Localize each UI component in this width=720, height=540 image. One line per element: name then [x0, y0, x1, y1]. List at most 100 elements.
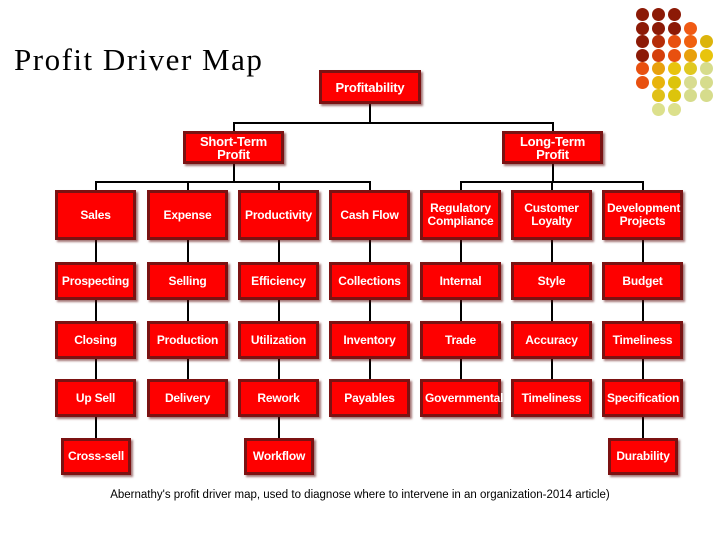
connector-col3-r5-r6: [278, 417, 280, 438]
node-label: Prospecting: [61, 273, 130, 288]
connector-to-short-term: [233, 122, 235, 131]
node-label: Inventory: [343, 332, 396, 347]
connector-drop-expense: [187, 181, 189, 190]
node-utilization[interactable]: Utilization: [238, 321, 319, 359]
node-label: Trade: [444, 332, 477, 347]
connector-col2-r2-r3: [187, 240, 189, 262]
node-collections[interactable]: Collections: [329, 262, 410, 300]
node-customer-loyalty[interactable]: Customer Loyalty: [511, 190, 592, 240]
node-timeliness-accuracy[interactable]: Timeliness: [511, 379, 592, 417]
connector-col7-r4-r5: [642, 359, 644, 379]
node-workflow[interactable]: Workflow: [244, 438, 314, 475]
connector-col6-r2-r3: [551, 240, 553, 262]
node-label-line2: Loyalty: [531, 214, 572, 228]
node-label-line2: Compliance: [427, 214, 494, 228]
connector-col4-r4-r5: [369, 359, 371, 379]
connector-drop-customer: [551, 181, 553, 190]
node-label: Expense: [163, 207, 212, 222]
slide-canvas: Profit Driver Map Profitability Short-Te…: [0, 0, 720, 540]
node-label: Efficiency: [251, 273, 306, 288]
node-rework[interactable]: Rework: [238, 379, 319, 417]
node-label: Selling: [168, 273, 207, 288]
node-label: Short-Term Profit: [199, 133, 268, 162]
node-profitability[interactable]: Profitability: [319, 70, 421, 104]
connector-drop-sales: [95, 181, 97, 190]
node-label: Durability: [616, 449, 670, 463]
connector-col1-r2-r3: [95, 240, 97, 262]
connector-col4-r2-r3: [369, 240, 371, 262]
node-long-term-profit[interactable]: Long-Term Profit: [502, 131, 603, 164]
node-budget[interactable]: Budget: [602, 262, 683, 300]
connector-drop-regulatory: [460, 181, 462, 190]
node-label: Delivery: [164, 390, 211, 405]
connector-col2-r3-r4: [187, 300, 189, 321]
node-inventory[interactable]: Inventory: [329, 321, 410, 359]
node-cash-flow[interactable]: Cash Flow: [329, 190, 410, 240]
node-productivity[interactable]: Productivity: [238, 190, 319, 240]
connector-drop-cashflow: [369, 181, 371, 190]
node-label: Timeliness: [521, 390, 582, 405]
connector-col1-r4-r5: [95, 359, 97, 379]
node-delivery[interactable]: Delivery: [147, 379, 228, 417]
node-label: Productivity: [245, 207, 312, 222]
node-label: Utilization: [250, 332, 307, 347]
connector-long-term-down: [552, 164, 554, 181]
connector-col5-r3-r4: [460, 300, 462, 321]
node-label: Timeliness: [612, 332, 673, 347]
node-label: Profitability: [335, 79, 405, 95]
connector-short-term-down: [233, 164, 235, 181]
node-label: Workflow: [252, 449, 306, 463]
connector-col7-r5-r6: [642, 417, 644, 438]
node-cross-sell[interactable]: Cross-sell: [61, 438, 131, 475]
node-development-projects[interactable]: Development Projects: [602, 190, 683, 240]
node-production[interactable]: Production: [147, 321, 228, 359]
connector-col6-r3-r4: [551, 300, 553, 321]
connector-col2-r4-r5: [187, 359, 189, 379]
node-label: Rework: [257, 390, 300, 405]
node-label: Budget: [622, 273, 663, 288]
node-payables[interactable]: Payables: [329, 379, 410, 417]
node-label: Internal: [439, 273, 482, 288]
node-internal[interactable]: Internal: [420, 262, 501, 300]
connector-col1-r3-r4: [95, 300, 97, 321]
node-label: Cash Flow: [340, 207, 399, 222]
node-label: Accuracy: [525, 332, 578, 347]
node-regulatory-compliance[interactable]: Regulatory Compliance: [420, 190, 501, 240]
node-trade[interactable]: Trade: [420, 321, 501, 359]
node-closing[interactable]: Closing: [55, 321, 136, 359]
connector-col1-r5-r6: [95, 417, 97, 438]
figure-caption: Abernathy's profit driver map, used to d…: [110, 489, 610, 501]
connector-col7-r3-r4: [642, 300, 644, 321]
node-expense[interactable]: Expense: [147, 190, 228, 240]
node-specification[interactable]: Specification: [602, 379, 683, 417]
node-accuracy[interactable]: Accuracy: [511, 321, 592, 359]
node-label: Style: [537, 273, 566, 288]
node-label: Up Sell: [75, 390, 116, 405]
connector-col5-r4-r5: [460, 359, 462, 379]
node-label: Payables: [344, 390, 395, 405]
connector-drop-productivity: [278, 181, 280, 190]
node-governmental[interactable]: Governmental: [420, 379, 504, 417]
node-efficiency[interactable]: Efficiency: [238, 262, 319, 300]
node-timeliness-budget[interactable]: Timeliness: [602, 321, 683, 359]
node-label: Collections: [338, 273, 401, 288]
node-label-line2: Projects: [619, 214, 666, 228]
connector-col3-r3-r4: [278, 300, 280, 321]
profit-driver-tree-diagram: Profitability Short-Term Profit Long-Ter…: [0, 0, 720, 540]
connector-col3-r2-r3: [278, 240, 280, 262]
node-durability[interactable]: Durability: [608, 438, 678, 475]
connector-to-long-term: [552, 122, 554, 131]
node-short-term-profit[interactable]: Short-Term Profit: [183, 131, 284, 164]
node-style[interactable]: Style: [511, 262, 592, 300]
node-sales[interactable]: Sales: [55, 190, 136, 240]
node-selling[interactable]: Selling: [147, 262, 228, 300]
connector-col3-r4-r5: [278, 359, 280, 379]
node-label: Cross-sell: [67, 449, 125, 463]
node-label: Closing: [74, 332, 117, 347]
node-label: Governmental: [425, 390, 504, 405]
node-up-sell[interactable]: Up Sell: [55, 379, 136, 417]
connector-col7-r2-r3: [642, 240, 644, 262]
connector-level1-bar: [234, 122, 553, 124]
connector-col4-r3-r4: [369, 300, 371, 321]
node-prospecting[interactable]: Prospecting: [55, 262, 136, 300]
